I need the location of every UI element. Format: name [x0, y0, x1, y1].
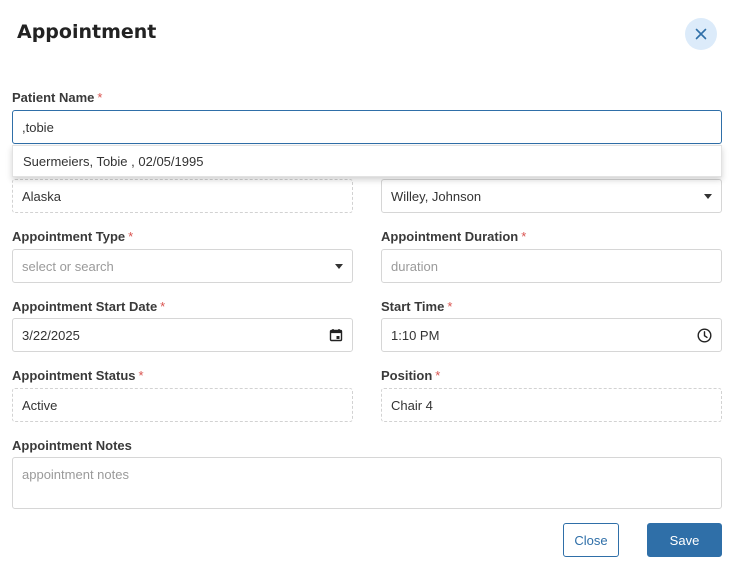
patient-name-input[interactable]: ,tobie	[12, 110, 722, 144]
provider-value: Willey, Johnson	[391, 188, 482, 204]
start-date-label-text: Appointment Start Date	[12, 299, 158, 314]
patient-name-label: Patient Name *	[12, 90, 102, 105]
position-label: Position *	[381, 368, 440, 383]
appointment-notes-placeholder: appointment notes	[22, 467, 129, 482]
appointment-notes-textarea[interactable]: appointment notes	[12, 457, 722, 509]
required-marker: *	[160, 299, 166, 314]
patient-suggestion-text: Suermeiers, Tobie , 02/05/1995	[23, 153, 204, 169]
required-marker: *	[97, 90, 103, 105]
dialog-title: Appointment	[17, 21, 157, 43]
appointment-duration-input[interactable]: duration	[381, 249, 722, 283]
patient-name-value: ,tobie	[22, 119, 54, 135]
appointment-type-placeholder: select or search	[22, 258, 114, 274]
position-field[interactable]: Chair 4	[381, 388, 722, 422]
calendar-icon[interactable]	[329, 328, 343, 342]
appointment-duration-label-text: Appointment Duration	[381, 229, 519, 244]
start-date-input[interactable]: 3/22/2025	[12, 318, 353, 352]
patient-name-label-text: Patient Name	[12, 90, 95, 105]
patient-suggestion-option[interactable]: Suermeiers, Tobie , 02/05/1995	[12, 145, 722, 177]
start-time-value: 1:10 PM	[391, 327, 440, 343]
dialog-close-button[interactable]	[685, 18, 717, 50]
location-value: Alaska	[22, 188, 62, 204]
start-date-label: Appointment Start Date *	[12, 299, 165, 314]
required-marker: *	[128, 229, 134, 244]
appointment-type-label-text: Appointment Type	[12, 229, 126, 244]
save-button[interactable]: Save	[647, 523, 722, 557]
appointment-status-label: Appointment Status *	[12, 368, 144, 383]
start-time-label: Start Time *	[381, 299, 452, 314]
close-icon	[695, 28, 707, 40]
position-value: Chair 4	[391, 397, 433, 413]
appointment-type-label: Appointment Type *	[12, 229, 133, 244]
appointment-notes-label: Appointment Notes	[12, 438, 132, 453]
duration-placeholder: duration	[391, 258, 438, 274]
caret-down-icon	[704, 193, 712, 199]
clock-icon[interactable]	[697, 327, 712, 343]
start-time-input[interactable]: 1:10 PM	[381, 318, 722, 352]
caret-down-icon	[335, 263, 343, 269]
appointment-status-value: Active	[22, 397, 58, 413]
required-marker: *	[435, 368, 441, 383]
required-marker: *	[138, 368, 144, 383]
position-label-text: Position	[381, 368, 433, 383]
start-date-value: 3/22/2025	[22, 327, 80, 343]
required-marker: *	[447, 299, 453, 314]
appointment-status-field[interactable]: Active	[12, 388, 353, 422]
close-button[interactable]: Close	[563, 523, 619, 557]
start-time-label-text: Start Time	[381, 299, 445, 314]
provider-select[interactable]: Willey, Johnson	[381, 179, 722, 213]
required-marker: *	[521, 229, 527, 244]
appointment-type-select[interactable]: select or search	[12, 249, 353, 283]
appointment-notes-label-text: Appointment Notes	[12, 438, 132, 453]
location-field[interactable]: Alaska	[12, 179, 353, 213]
appointment-duration-label: Appointment Duration *	[381, 229, 526, 244]
appointment-status-label-text: Appointment Status	[12, 368, 136, 383]
